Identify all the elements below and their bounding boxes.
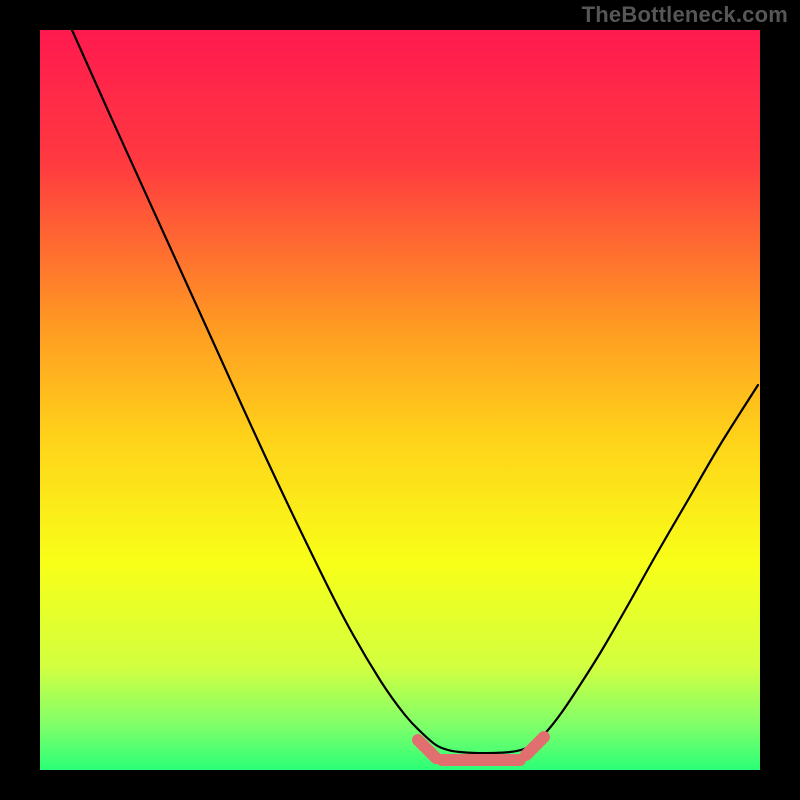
chart-frame: TheBottleneck.com	[0, 0, 800, 800]
bottleneck-chart	[0, 0, 800, 800]
plot-background	[40, 30, 760, 770]
